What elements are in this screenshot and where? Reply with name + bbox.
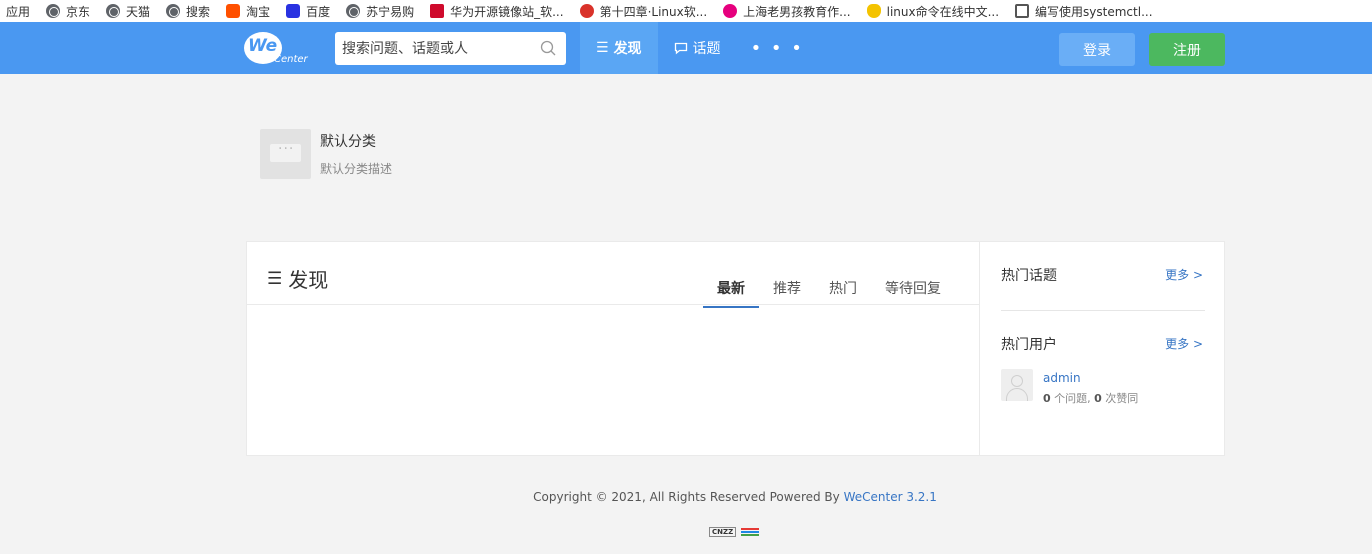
cnzz-text: CNZZ bbox=[709, 527, 737, 537]
bookmark-search[interactable]: 搜索 bbox=[158, 0, 218, 22]
avatar[interactable] bbox=[1001, 369, 1033, 401]
bookmark-linux-cmd[interactable]: linux命令在线中文... bbox=[859, 0, 1007, 22]
register-button[interactable]: 注册 bbox=[1149, 33, 1225, 66]
chat-bubble-icon bbox=[270, 141, 301, 162]
pen-icon bbox=[1015, 4, 1030, 18]
bookmark-label: 第十四章·Linux软... bbox=[599, 4, 708, 19]
chat-icon bbox=[674, 42, 687, 55]
red-circle-icon bbox=[579, 4, 594, 18]
bookmark-tmall[interactable]: 天猫 bbox=[98, 0, 158, 22]
main-nav: ☰ 发现 话题 • • • bbox=[580, 22, 818, 74]
bookmark-oldboy[interactable]: 上海老男孩教育作... bbox=[715, 0, 858, 22]
content-panel: ☰ 发现 最新 推荐 热门 等待回复 热门话题 更多 > 热门用户 更多 > a… bbox=[246, 241, 1225, 456]
search-icon[interactable] bbox=[540, 40, 556, 56]
globe-icon bbox=[106, 4, 121, 18]
hot-users-heading: 热门用户 bbox=[1001, 337, 1057, 353]
nav-topics[interactable]: 话题 bbox=[658, 22, 737, 74]
category-title: 默认分类 bbox=[320, 134, 376, 150]
hot-users-more-link[interactable]: 更多 > bbox=[1165, 335, 1203, 352]
logo-center-text: Center bbox=[274, 54, 308, 65]
baidu-icon bbox=[286, 4, 301, 18]
bookmark-label: linux命令在线中文... bbox=[886, 4, 1000, 19]
bookmark-huawei[interactable]: 华为开源镜像站_软... bbox=[422, 0, 571, 22]
bookmark-label: 搜索 bbox=[186, 4, 211, 19]
pink-circle-icon bbox=[723, 4, 738, 18]
tux-icon bbox=[866, 4, 881, 18]
section-title-text: 发现 bbox=[288, 268, 329, 292]
globe-icon bbox=[46, 4, 61, 18]
copyright: Copyright © 2021, All Rights Reserved Po… bbox=[0, 490, 1372, 504]
bookmark-jd[interactable]: 京东 bbox=[38, 0, 98, 22]
bookmark-baidu[interactable]: 百度 bbox=[278, 0, 338, 22]
question-label: 个问题, bbox=[1050, 392, 1095, 405]
hot-topics-heading: 热门话题 bbox=[1001, 268, 1057, 284]
bookmark-linux-ch14[interactable]: 第十四章·Linux软... bbox=[572, 0, 716, 22]
sidebar: 热门话题 更多 > 热门用户 更多 > admin 0 个问题, 0 次赞同 bbox=[981, 242, 1225, 455]
bookmark-label: 编写使用systemctl... bbox=[1035, 4, 1153, 19]
globe-icon bbox=[166, 4, 181, 18]
search-input[interactable] bbox=[335, 32, 530, 65]
copyright-text: Copyright © 2021, All Rights Reserved Po… bbox=[533, 490, 844, 504]
category-icon bbox=[260, 129, 311, 179]
globe-icon bbox=[346, 4, 361, 18]
discover-section: ☰ 发现 最新 推荐 热门 等待回复 bbox=[247, 242, 980, 455]
list-icon: ☰ bbox=[267, 268, 283, 289]
bookmark-systemctl[interactable]: 编写使用systemctl... bbox=[1007, 0, 1160, 22]
user-icon-head bbox=[1011, 375, 1023, 387]
bookmark-suning[interactable]: 苏宁易购 bbox=[338, 0, 422, 22]
huawei-icon bbox=[430, 4, 445, 18]
bookmark-label: 上海老男孩教育作... bbox=[743, 4, 851, 19]
search-box bbox=[335, 32, 566, 65]
user-stats: 0 个问题, 0 次赞同 bbox=[1043, 390, 1138, 406]
question-count: 0 bbox=[1043, 392, 1051, 405]
category-description: 默认分类描述 bbox=[320, 162, 393, 176]
nav-topics-label: 话题 bbox=[692, 41, 721, 57]
like-label: 次赞同 bbox=[1101, 392, 1139, 405]
list-icon: ☰ bbox=[596, 40, 609, 56]
divider bbox=[1001, 310, 1205, 311]
bookmark-label: 应用 bbox=[6, 4, 31, 19]
bookmark-label: 京东 bbox=[66, 4, 91, 19]
bookmarks-bar: 应用 京东 天猫 搜索 淘宝 百度 苏宁易购 华为开源镜像站_软... 第十四章… bbox=[0, 0, 1372, 22]
bookmark-label: 天猫 bbox=[126, 4, 151, 19]
cnzz-bars-icon bbox=[741, 528, 760, 536]
taobao-icon bbox=[226, 4, 241, 18]
top-navbar: We Center ☰ 发现 话题 • • • 登录 注册 bbox=[0, 22, 1372, 74]
bookmark-label: 华为开源镜像站_软... bbox=[450, 4, 564, 19]
wecenter-logo[interactable]: We Center bbox=[244, 30, 308, 68]
user-name-link[interactable]: admin bbox=[1043, 371, 1081, 385]
more-menu-button[interactable]: • • • bbox=[737, 22, 818, 74]
bookmark-label: 百度 bbox=[306, 4, 331, 19]
login-button[interactable]: 登录 bbox=[1059, 33, 1135, 66]
nav-discover-label: 发现 bbox=[613, 41, 642, 57]
logo-we-text: We bbox=[248, 36, 278, 56]
bookmark-label: 苏宁易购 bbox=[366, 4, 415, 19]
section-title: ☰ 发现 bbox=[267, 264, 328, 293]
hot-topics-more-link[interactable]: 更多 > bbox=[1165, 266, 1203, 283]
cnzz-badge[interactable]: CNZZ bbox=[709, 527, 761, 537]
bookmark-taobao[interactable]: 淘宝 bbox=[218, 0, 278, 22]
user-icon-body bbox=[1006, 388, 1028, 401]
divider bbox=[247, 304, 979, 305]
wecenter-link[interactable]: WeCenter 3.2.1 bbox=[844, 490, 937, 504]
bookmark-label: 淘宝 bbox=[246, 4, 271, 19]
nav-discover[interactable]: ☰ 发现 bbox=[580, 22, 658, 74]
bookmark-apps[interactable]: 应用 bbox=[0, 0, 38, 22]
like-count: 0 bbox=[1094, 392, 1102, 405]
